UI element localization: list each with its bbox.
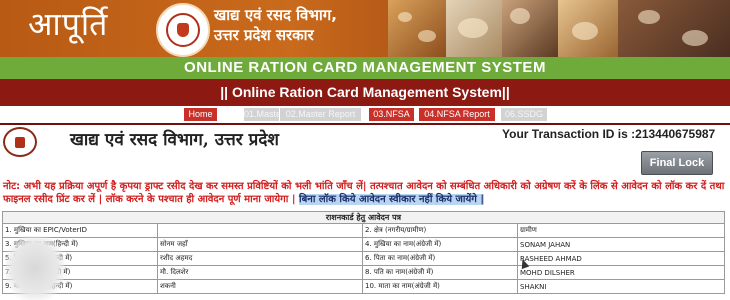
table-row: 9. माता का नाम(हिन्दी में) शकनी 10. माता… (2, 279, 725, 294)
header-photo-wheat (558, 0, 618, 57)
up-government-seal-icon (156, 3, 210, 57)
table-caption: राशनकार्ड हेतु आवेदन पत्र (2, 211, 725, 224)
brand-title: आपूर्ति (28, 5, 109, 43)
tab-master[interactable]: 01.Master (244, 108, 284, 121)
field-value: SHAKNI (517, 279, 725, 294)
field-label: 2. क्षेत्र (नगरीय/ग्रामीण) (362, 223, 518, 238)
field-value: सोनम जहाँ (157, 237, 363, 252)
tab-home[interactable]: Home (184, 108, 217, 121)
transaction-id-value: 213440675987 (635, 127, 716, 141)
table-row: 3. मुखिया का नाम(हिन्दी में) सोनम जहाँ 4… (2, 237, 725, 252)
department-name: खाद्य एवं रसद विभाग, उत्तर प्रदेश सरकार (214, 5, 337, 45)
note-highlight: बिना लॉक किये आवेदन स्वीकार नहीं किये जा… (298, 194, 485, 205)
header-photo-rice (446, 0, 502, 57)
field-label: 6. पिता का नाम(अंग्रेजी में) (362, 251, 518, 266)
field-value: RASHEED AHMAD (517, 251, 725, 266)
lock-warning-note: नोट: अभी यह प्रक्रिया अपूर्ण है कृपया ड्… (3, 180, 727, 206)
tab-nfsa[interactable]: 03.NFSA (369, 108, 414, 121)
header-divider (0, 123, 730, 125)
final-lock-button[interactable]: Final Lock (641, 151, 713, 175)
field-value: मौ. दिलशेर (157, 265, 363, 280)
field-value: शकनी (157, 279, 363, 294)
form-seal-icon (3, 127, 37, 157)
blurred-photo-area (6, 236, 64, 300)
table-row: 7. पति का नाम(हिन्दी में) मौ. दिलशेर 8. … (2, 265, 725, 280)
field-value: SONAM JAHAN (517, 237, 725, 252)
tab-ssdg[interactable]: 06.SSDG (501, 108, 547, 121)
ration-card-application-table: राशनकार्ड हेतु आवेदन पत्र 1. मुखिया का E… (2, 211, 725, 294)
system-title-band: ONLINE RATION CARD MANAGEMENT SYSTEM (0, 57, 730, 79)
field-label: 8. पति का नाम(अंग्रेजी में) (362, 265, 518, 280)
table-row: 1. मुखिया का EPIC/VoterID 2. क्षेत्र (नग… (2, 223, 725, 238)
transaction-id-line: Your Transaction ID is :213440675987 (502, 127, 715, 141)
header-photo-sacks (502, 0, 558, 57)
transaction-id-label: Your Transaction ID is : (502, 127, 636, 141)
field-value: रशीद अहमद (157, 251, 363, 266)
department-line-1: खाद्य एवं रसद विभाग, (214, 6, 337, 24)
field-value (157, 223, 363, 238)
form-heading: खाद्य एवं रसद विभाग, उत्तर प्रदेश (70, 130, 279, 150)
system-subtitle-band: || Online Ration Card Management System|… (0, 79, 730, 106)
tab-nfsa-report[interactable]: 04.NFSA Report (419, 108, 495, 121)
field-label: 4. मुखिया का नाम(अंग्रेजी में) (362, 237, 518, 252)
header-photo-grain (388, 0, 446, 57)
field-value: ग्रामीण (517, 223, 725, 238)
field-label: 10. माता का नाम(अंग्रेजी में) (362, 279, 518, 294)
tab-master-report[interactable]: 02.Master Report (280, 108, 361, 121)
header-photo-market (618, 0, 730, 57)
field-value: MOHD DILSHER (517, 265, 725, 280)
header-banner: आपूर्ति खाद्य एवं रसद विभाग, उत्तर प्रदे… (0, 0, 730, 57)
department-line-2: उत्तर प्रदेश सरकार (214, 26, 314, 44)
table-row: 5. पिता का नाम(हिन्दी में) रशीद अहमद 6. … (2, 251, 725, 266)
